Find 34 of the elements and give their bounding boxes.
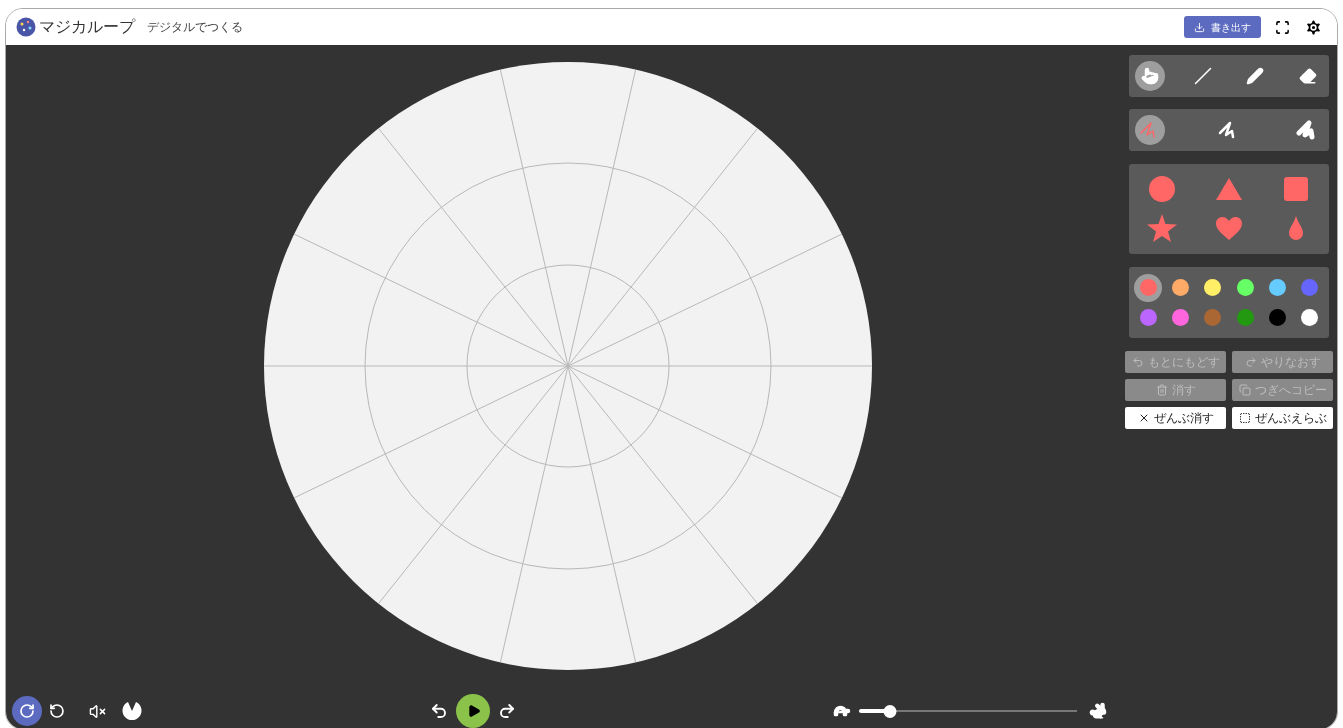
line-icon	[1193, 67, 1212, 85]
rabbit-icon	[1089, 702, 1107, 720]
action-button[interactable]: ぜんぶえらぶ	[1232, 407, 1333, 429]
redo-icon	[1244, 356, 1257, 368]
pencil-icon	[1246, 67, 1265, 85]
tool-button[interactable]	[1135, 61, 1165, 91]
step-forward-icon[interactable]	[497, 702, 516, 720]
mute-icon	[88, 702, 106, 720]
trash-icon	[1155, 384, 1168, 396]
export-button[interactable]: 書き出す	[1184, 16, 1261, 38]
fullscreen-icon[interactable]	[1275, 19, 1290, 35]
pie-icon[interactable]	[122, 701, 142, 721]
dashed-square-icon	[1238, 412, 1251, 424]
undo-icon	[1131, 356, 1144, 368]
step-back-icon[interactable]	[429, 702, 448, 720]
drawing-canvas[interactable]	[262, 61, 873, 671]
action-button[interactable]: ぜんぶ消す	[1125, 407, 1226, 429]
replay-icon	[49, 703, 65, 719]
eraser-icon	[1298, 67, 1317, 85]
slider-thumb[interactable]	[883, 704, 896, 718]
playback-mode-button[interactable]	[12, 696, 42, 726]
play-button[interactable]	[455, 694, 490, 728]
speed-slider[interactable]	[859, 704, 1077, 718]
play-icon	[466, 704, 481, 718]
copy-icon	[1238, 384, 1251, 396]
logo-icon	[16, 17, 36, 37]
app-logo: マジカループ	[39, 17, 135, 37]
download-icon	[1194, 21, 1205, 33]
star-icon[interactable]	[1147, 214, 1178, 242]
touch-icon	[1141, 67, 1159, 85]
app-subtitle: デジタルでつくる	[147, 19, 243, 36]
color-swatch[interactable]	[1134, 273, 1163, 302]
settings-icon[interactable]	[1304, 17, 1323, 37]
loop-icon	[19, 703, 35, 719]
